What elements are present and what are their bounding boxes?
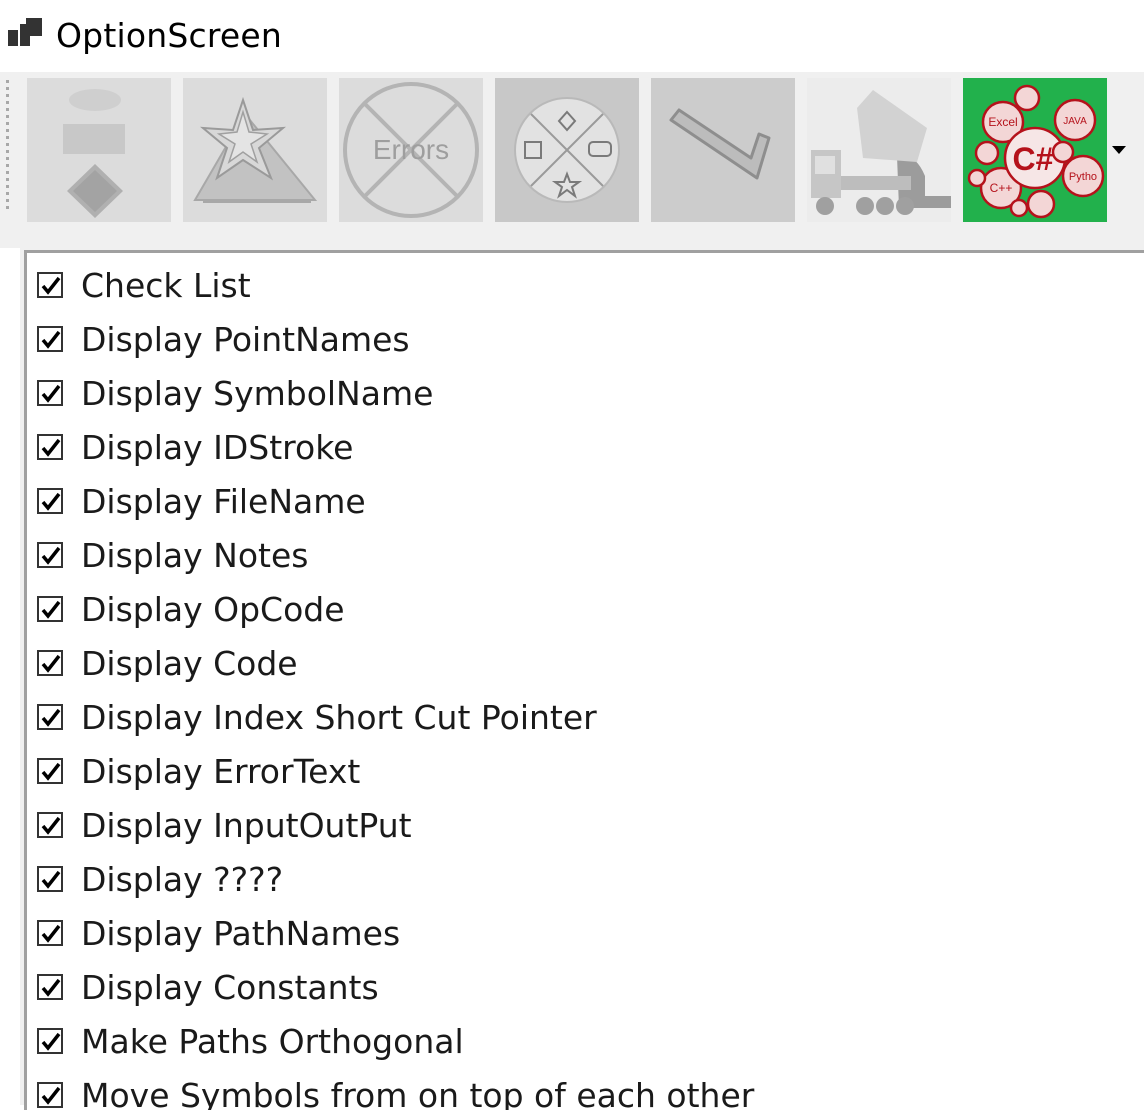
cpp-label: C++ <box>990 181 1013 195</box>
option-row[interactable]: Display ErrorText <box>37 744 360 798</box>
checkmark-icon <box>40 383 62 405</box>
stars-mountain-icon <box>183 78 327 222</box>
checkmark-icon <box>40 545 62 567</box>
option-label: Make Paths Orthogonal <box>81 1022 464 1061</box>
options-panel: Check List Display PointNames Display Symb… <box>20 248 1144 1105</box>
option-row[interactable]: Display PathNames <box>37 906 400 960</box>
option-checkbox[interactable] <box>37 596 63 622</box>
checkmark-icon <box>40 977 62 999</box>
checkmark-icon <box>40 923 62 945</box>
option-label: Display FileName <box>81 482 366 521</box>
java-label: JAVA <box>1063 116 1087 127</box>
python-label: Pytho <box>1069 171 1097 183</box>
option-checkbox[interactable] <box>37 1028 63 1054</box>
shape-wheel-icon <box>495 78 639 222</box>
toolbar: Errors <box>0 72 1144 234</box>
option-checkbox[interactable] <box>37 542 63 568</box>
option-label: Display OpCode <box>81 590 345 629</box>
option-checkbox[interactable] <box>37 974 63 1000</box>
option-row[interactable]: Display InputOutPut <box>37 798 412 852</box>
option-checkbox[interactable] <box>37 758 63 784</box>
checkmark-icon <box>40 707 62 729</box>
option-row[interactable]: Display Notes <box>37 528 308 582</box>
window-icon <box>8 18 44 50</box>
option-checkbox[interactable] <box>37 704 63 730</box>
option-label: Display SymbolName <box>81 374 433 413</box>
option-label: Display Constants <box>81 968 379 1007</box>
option-label: Display PointNames <box>81 320 410 359</box>
dump-truck-button[interactable] <box>807 78 951 222</box>
option-label: Display InputOutPut <box>81 806 412 845</box>
option-label: Check List <box>81 266 251 305</box>
option-row[interactable]: Display ???? <box>37 852 283 906</box>
errors-button[interactable]: Errors <box>339 78 483 222</box>
option-checkbox[interactable] <box>37 272 63 298</box>
checkmark-icon <box>40 869 62 891</box>
option-checkbox[interactable] <box>37 1082 63 1108</box>
option-label: Display Notes <box>81 536 308 575</box>
errors-crossed-icon: Errors <box>339 78 483 222</box>
option-label: Display Code <box>81 644 298 683</box>
angled-line-icon <box>651 78 795 222</box>
option-checkbox[interactable] <box>37 326 63 352</box>
option-label: Display ErrorText <box>81 752 360 791</box>
option-row[interactable]: Display OpCode <box>37 582 345 636</box>
flowchart-shapes-button[interactable] <box>27 78 171 222</box>
option-row[interactable]: Display PointNames <box>37 312 410 366</box>
checkmark-icon <box>40 437 62 459</box>
checkmark-icon <box>40 329 62 351</box>
checkmark-icon <box>40 491 62 513</box>
option-checkbox[interactable] <box>37 488 63 514</box>
option-label: Display Index Short Cut Pointer <box>81 698 597 737</box>
option-row[interactable]: Display IDStroke <box>37 420 353 474</box>
option-row[interactable]: Check List <box>37 258 251 312</box>
checkmark-icon <box>40 761 62 783</box>
path-line-button[interactable] <box>651 78 795 222</box>
excel-label: Excel <box>988 115 1017 129</box>
option-row[interactable]: Make Paths Orthogonal <box>37 1014 464 1068</box>
checkmark-icon <box>40 599 62 621</box>
languages-button[interactable]: C# Excel JAVA Pytho C++ <box>963 78 1107 222</box>
window-title: OptionScreen <box>56 16 282 55</box>
option-checkbox[interactable] <box>37 434 63 460</box>
csharp-languages-icon: C# Excel JAVA Pytho C++ <box>963 78 1107 222</box>
option-checkbox[interactable] <box>37 866 63 892</box>
dump-truck-icon <box>807 78 951 222</box>
option-label: Display PathNames <box>81 914 400 953</box>
checkmark-icon <box>40 653 62 675</box>
option-checkbox[interactable] <box>37 812 63 838</box>
option-checkbox[interactable] <box>37 920 63 946</box>
options-checked-list[interactable]: Check List Display PointNames Display Symb… <box>24 250 1144 1110</box>
errors-label: Errors <box>373 134 449 165</box>
checkmark-icon <box>40 815 62 837</box>
option-row[interactable]: Display Index Short Cut Pointer <box>37 690 597 744</box>
option-label: Display IDStroke <box>81 428 353 467</box>
option-row[interactable]: Move Symbols from on top of each other <box>37 1068 754 1110</box>
checkmark-icon <box>40 1031 62 1053</box>
toolbar-grip[interactable] <box>6 80 9 210</box>
option-row[interactable]: Display FileName <box>37 474 366 528</box>
flowchart-shapes-icon <box>27 78 171 222</box>
chevron-down-icon[interactable] <box>1112 146 1126 154</box>
option-row[interactable]: Display Constants <box>37 960 379 1014</box>
option-row[interactable]: Display SymbolName <box>37 366 433 420</box>
option-label: Display ???? <box>81 860 283 899</box>
option-checkbox[interactable] <box>37 650 63 676</box>
stars-mountain-button[interactable] <box>183 78 327 222</box>
csharp-label: C# <box>1013 141 1054 177</box>
shape-wheel-button[interactable] <box>495 78 639 222</box>
title-bar: OptionScreen <box>0 0 1144 72</box>
checkmark-icon <box>40 275 62 297</box>
option-checkbox[interactable] <box>37 380 63 406</box>
toolbar-separator <box>0 234 1144 248</box>
checkmark-icon <box>40 1085 62 1107</box>
option-row[interactable]: Display Code <box>37 636 298 690</box>
